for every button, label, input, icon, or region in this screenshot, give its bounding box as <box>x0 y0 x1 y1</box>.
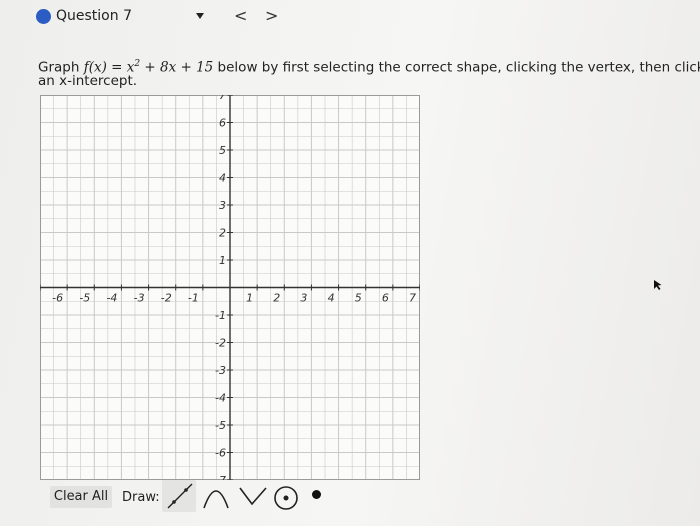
line-tool-icon[interactable] <box>162 480 196 512</box>
prompt-suffix: below by first selecting the correct sha… <box>213 59 700 76</box>
function-expression-rest: + 8x + 15 <box>140 59 214 76</box>
question-prompt-line2: an x-intercept. <box>38 73 138 89</box>
draw-label: Draw: <box>122 490 160 505</box>
x-tick-label: 5 <box>355 292 362 305</box>
y-tick-label: 2 <box>219 227 226 240</box>
y-tick-label: 7 <box>219 95 226 102</box>
next-question-button[interactable]: > <box>265 6 278 25</box>
x-tick-label: -3 <box>134 292 145 305</box>
circle-tool-icon[interactable] <box>272 484 300 516</box>
coordinate-grid[interactable]: -7-6-5-4-3-2-112345677654321-1-2-3-4-5-6… <box>40 95 420 480</box>
y-tick-label: -2 <box>215 337 226 350</box>
x-tick-label: -6 <box>52 292 63 305</box>
x-tick-label: 7 <box>409 292 416 305</box>
draw-toolbar: Clear All Draw: <box>40 480 420 518</box>
x-tick-label: -4 <box>106 292 117 305</box>
y-tick-label: -4 <box>215 392 226 405</box>
clear-all-button[interactable]: Clear All <box>50 486 112 508</box>
graphing-area[interactable]: -7-6-5-4-3-2-112345677654321-1-2-3-4-5-6… <box>40 95 420 480</box>
y-tick-label: 5 <box>219 144 226 157</box>
y-tick-label: -5 <box>215 419 226 432</box>
y-tick-label: 3 <box>219 199 226 212</box>
question-title: Question 7 <box>56 8 132 24</box>
x-tick-label: 1 <box>246 292 253 305</box>
previous-question-button[interactable]: < <box>234 6 247 25</box>
x-tick-label: 3 <box>300 292 307 305</box>
mouse-pointer-icon <box>653 276 663 295</box>
x-tick-label: 2 <box>273 292 280 305</box>
y-tick-label: 4 <box>219 172 226 185</box>
y-tick-label: -6 <box>215 447 226 460</box>
x-tick-label: -2 <box>161 292 172 305</box>
y-tick-label: -1 <box>215 309 226 322</box>
absolute-value-tool-icon[interactable] <box>236 482 270 514</box>
y-tick-label: 6 <box>219 117 226 130</box>
x-tick-label: -5 <box>79 292 90 305</box>
x-tick-label: -1 <box>188 292 199 305</box>
point-tool-icon[interactable] <box>312 490 321 499</box>
parabola-tool-icon[interactable] <box>200 482 232 514</box>
y-tick-label: 1 <box>219 254 226 267</box>
question-header: Question 7 < > <box>0 0 700 36</box>
question-dropdown-icon[interactable] <box>196 13 204 19</box>
page: Question 7 < > Graph f(x) = x2 + 8x + 15… <box>0 0 700 526</box>
x-tick-label: 6 <box>382 292 389 305</box>
y-tick-label: -3 <box>215 364 226 377</box>
x-tick-label: 4 <box>328 292 335 305</box>
question-status-dot <box>36 9 51 24</box>
